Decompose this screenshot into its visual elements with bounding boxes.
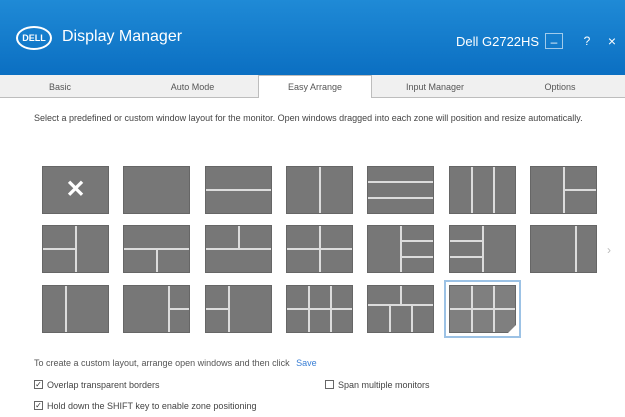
option-span-label: Span multiple monitors [338, 380, 430, 390]
minimize-button[interactable]: – [545, 33, 563, 49]
layout-1-plus-2-right[interactable] [530, 166, 597, 214]
tab-options[interactable]: Options [515, 79, 605, 95]
save-link[interactable]: Save [296, 358, 317, 368]
checkbox-unchecked-icon[interactable] [325, 380, 334, 390]
app-title: Display Manager [62, 28, 183, 45]
help-button[interactable]: ? [578, 33, 596, 49]
layout-6-grid[interactable] [286, 285, 353, 333]
layout-3-cols[interactable] [449, 166, 516, 214]
layout-2-cols[interactable] [286, 166, 353, 214]
tab-basic[interactable]: Basic [20, 79, 100, 95]
chevron-right-icon[interactable]: › [607, 243, 611, 257]
option-shift-label: Hold down the SHIFT key to enable zone p… [47, 401, 257, 411]
layout-2-top-1-bottom[interactable] [205, 225, 272, 273]
option-overlap-borders[interactable]: ✓ Overlap transparent borders [34, 379, 160, 391]
layout-2-rows[interactable] [205, 166, 272, 214]
option-span-monitors[interactable]: Span multiple monitors [325, 379, 430, 391]
layout-3-left-plus-1[interactable] [449, 225, 516, 273]
layout-2-cols-wide[interactable] [530, 225, 597, 273]
tab-auto-mode[interactable]: Auto Mode [145, 79, 240, 95]
layout-none[interactable]: ✕ [42, 166, 109, 214]
layout-3-rows[interactable] [367, 166, 434, 214]
option-shift-key[interactable]: ✓ Hold down the SHIFT key to enable zone … [34, 400, 256, 412]
layout-2-top-3-bottom[interactable] [367, 285, 434, 333]
monitor-name: Dell G2722HS [456, 34, 540, 49]
checkbox-checked-icon[interactable]: ✓ [34, 401, 43, 411]
custom-layout-text: To create a custom layout, arrange open … [34, 358, 290, 368]
layout-1-plus-3-right[interactable] [367, 225, 434, 273]
option-overlap-label: Overlap transparent borders [47, 380, 160, 390]
layout-custom-selected[interactable] [444, 280, 521, 338]
checkbox-checked-icon[interactable]: ✓ [34, 380, 43, 390]
instructions-text: Select a predefined or custom window lay… [34, 113, 583, 123]
layout-1-top-2-bottom[interactable] [123, 225, 190, 273]
close-button[interactable]: × [603, 33, 621, 49]
dell-logo-icon: DELL [16, 26, 52, 50]
layout-2-left-plus-1[interactable] [42, 225, 109, 273]
title-bar: DELL Display Manager Dell G2722HS – ? × [0, 0, 625, 75]
tab-bar: Basic Auto Mode Easy Arrange Input Manag… [0, 75, 625, 98]
tab-input-manager[interactable]: Input Manager [380, 79, 490, 95]
tab-easy-arrange[interactable]: Easy Arrange [258, 75, 372, 98]
layout-2-cols-alt[interactable] [42, 285, 109, 333]
layout-4-quad[interactable] [286, 225, 353, 273]
layout-full[interactable] [123, 166, 190, 214]
x-mark-icon: ✕ [65, 176, 86, 203]
layout-2-left-wide-right[interactable] [205, 285, 272, 333]
layout-wide-left-2-right[interactable] [123, 285, 190, 333]
custom-layout-hint: To create a custom layout, arrange open … [34, 358, 317, 368]
